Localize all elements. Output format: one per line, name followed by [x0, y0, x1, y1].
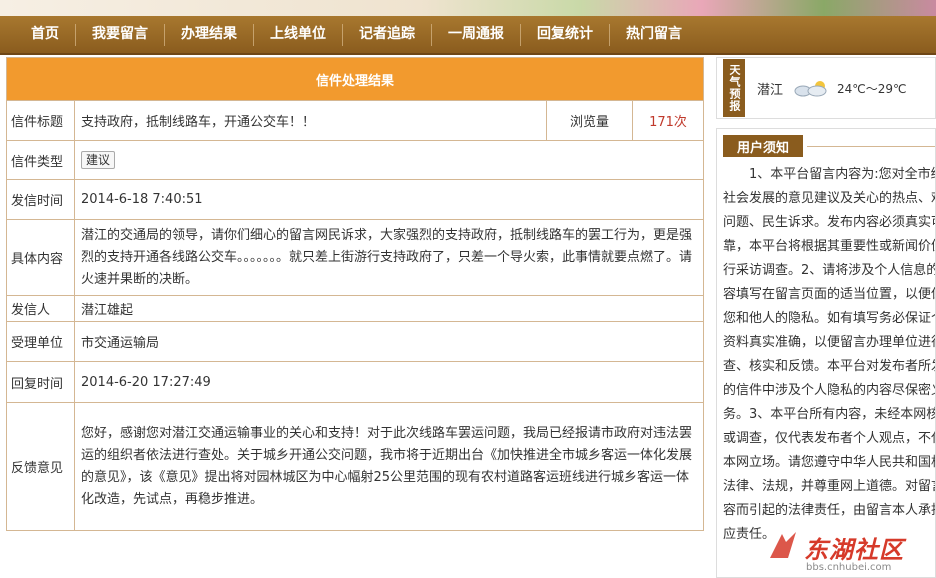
feedback-row: 反馈意见 您好，感谢您对潜江交通运输事业的关心和支持！对于此次线路车罢运问题，我…: [7, 403, 703, 530]
weather-widget: 天气预报 潜江 24℃～29℃: [716, 57, 936, 119]
weather-city: 潜江: [757, 82, 784, 98]
feedback-label: 反馈意见: [7, 403, 75, 530]
title-label: 信件标题: [7, 101, 75, 140]
sent-time-label: 发信时间: [7, 180, 75, 219]
user-notice-panel: 用户须知 1、本平台留言内容为:您对全市经济社会发展的意见建议及关心的热点、难点…: [716, 128, 936, 578]
notice-divider: [807, 146, 935, 147]
reply-time-label: 回复时间: [7, 362, 75, 402]
nav-divider: [520, 23, 521, 46]
watermark-text: 东湖社区: [804, 536, 904, 564]
nav-divider: [342, 23, 343, 46]
nav-item-reply-stats[interactable]: 回复统计: [521, 16, 609, 53]
nav-item-reporter-tracking[interactable]: 记者追踪: [343, 16, 431, 53]
type-row: 信件类型 建议: [7, 141, 703, 180]
nav-item-weekly-report[interactable]: 一周通报: [432, 16, 520, 53]
type-label: 信件类型: [7, 141, 75, 179]
main-nav: 首页 我要留言 办理结果 上线单位 记者追踪 一周通报 回复统计 热门留言: [0, 16, 936, 55]
top-banner: [0, 0, 936, 16]
nav-divider: [609, 23, 610, 46]
letter-result-table: 信件处理结果 信件标题 支持政府，抵制线路车，开通公交车！！ 浏览量 171次 …: [6, 57, 704, 531]
sender-label: 发信人: [7, 296, 75, 321]
weather-label: 天气预报: [723, 59, 745, 117]
letter-header: 信件处理结果: [7, 58, 703, 101]
nav-divider: [75, 23, 76, 46]
reply-time-row: 回复时间 2014-6-20 17:27:49: [7, 362, 703, 403]
notice-body: 1、本平台留言内容为:您对全市经济社会发展的意见建议及关心的热点、难点问题、民生…: [723, 167, 936, 542]
watermark-logo-icon: [770, 532, 796, 558]
letter-title: 支持政府，抵制线路车，开通公交车！！: [81, 115, 316, 130]
sent-time: 2014-6-18 7:40:51: [81, 192, 203, 207]
site-watermark: 东湖社区 bbs.cnhubei.com: [760, 524, 936, 578]
letter-type-tag: 建议: [81, 151, 116, 169]
sender-row: 发信人 潜江雄起: [7, 296, 703, 322]
nav-divider: [164, 23, 165, 46]
cloudy-icon: [794, 81, 827, 97]
reply-time: 2014-6-20 17:27:49: [81, 374, 211, 390]
views-label: 浏览量: [546, 101, 633, 140]
unit-row: 受理单位 市交通运输局: [7, 322, 703, 362]
views-count: 171次: [649, 115, 687, 130]
nav-item-hot-messages[interactable]: 热门留言: [610, 16, 698, 53]
nav-divider: [431, 23, 432, 46]
sent-time-row: 发信时间 2014-6-18 7:40:51: [7, 180, 703, 220]
watermark-url: bbs.cnhubei.com: [806, 562, 892, 573]
nav-divider: [253, 23, 254, 46]
unit-label: 受理单位: [7, 322, 75, 361]
receiving-unit: 市交通运输局: [81, 336, 160, 351]
nav-item-home[interactable]: 首页: [0, 16, 75, 53]
content-label: 具体内容: [7, 220, 75, 295]
nav-item-results[interactable]: 办理结果: [165, 16, 253, 53]
notice-title: 用户须知: [723, 135, 803, 157]
nav-item-online-units[interactable]: 上线单位: [254, 16, 342, 53]
feedback-text: 您好，感谢您对潜江交通运输事业的关心和支持！对于此次线路车罢运问题，我局已经报请…: [81, 425, 693, 507]
weather-temperature: 24℃～29℃: [837, 81, 907, 96]
letter-content: 潜江的交通局的领导，请你们细心的留言网民诉求，大家强烈的支持政府，抵制线路车的罢…: [81, 227, 693, 287]
nav-item-leave-message[interactable]: 我要留言: [76, 16, 164, 53]
content-row: 具体内容 潜江的交通局的领导，请你们细心的留言网民诉求，大家强烈的支持政府，抵制…: [7, 220, 703, 296]
sender-name: 潜江雄起: [81, 303, 134, 318]
title-row: 信件标题 支持政府，抵制线路车，开通公交车！！ 浏览量 171次: [7, 101, 703, 141]
type-value-cell: 建议: [75, 141, 703, 179]
